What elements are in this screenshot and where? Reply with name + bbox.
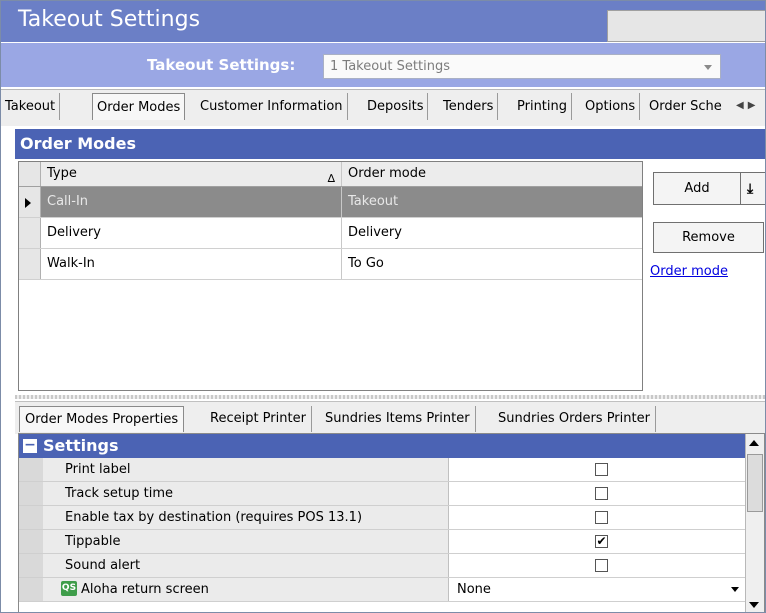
remove-button[interactable]: Remove [653, 222, 764, 253]
property-row-print-label: Print label [19, 458, 745, 482]
add-button[interactable]: Add ⤓ [653, 172, 765, 205]
property-name-label: Aloha return screen [81, 582, 209, 597]
property-value [449, 458, 745, 481]
enable-tax-checkbox[interactable] [595, 511, 608, 524]
current-row-pointer-icon [25, 198, 31, 208]
property-value [449, 554, 745, 577]
vertical-scrollbar[interactable] [745, 434, 764, 612]
tab-options[interactable]: Options [581, 93, 641, 120]
type-cell[interactable]: Delivery [41, 218, 342, 248]
grid-corner [19, 162, 41, 186]
property-value [449, 506, 745, 529]
property-name: Track setup time [43, 482, 449, 505]
property-row-sound-alert: Sound alert [19, 554, 745, 578]
add-button-label: Add [684, 181, 710, 196]
row-margin [19, 506, 43, 529]
table-row[interactable]: Walk-In To Go [19, 249, 642, 280]
dropdown-value: None [457, 582, 491, 597]
collapse-icon[interactable]: − [23, 438, 37, 453]
property-name: Tippable [43, 530, 449, 553]
scroll-down-icon[interactable] [749, 602, 759, 608]
row-selector[interactable] [19, 218, 41, 248]
tab-customer-information[interactable]: Customer Information [196, 93, 348, 120]
property-name: Print label [43, 458, 449, 481]
grid-header-row: Type ∆ Order mode [19, 162, 642, 187]
arrow-down-to-line-icon: ⤓ [747, 181, 754, 197]
row-margin [19, 482, 43, 505]
property-name: Enable tax by destination (requires POS … [43, 506, 449, 529]
property-value [449, 482, 745, 505]
table-row[interactable]: Call-In Takeout [19, 187, 642, 218]
property-name: QS Aloha return screen [43, 578, 449, 601]
properties-tab-strip: Order Modes Properties Receipt Printer S… [15, 401, 765, 434]
tab-sundries-orders-printer[interactable]: Sundries Orders Printer [493, 406, 656, 432]
column-header-order-mode[interactable]: Order mode [342, 162, 642, 186]
order-mode-cell[interactable]: To Go [342, 249, 642, 279]
settings-category-label: Settings [43, 436, 119, 455]
property-name: Sound alert [43, 554, 449, 577]
property-row-aloha-return-screen: QS Aloha return screen None [19, 578, 745, 602]
row-margin [19, 554, 43, 577]
panel-splitter[interactable] [15, 395, 765, 399]
property-row-track-setup-time: Track setup time [19, 482, 745, 506]
tab-order-schedule[interactable]: Order Sche [645, 93, 726, 120]
title-bar-panel [607, 10, 765, 42]
property-row-tippable: Tippable ✔ [19, 530, 745, 554]
settings-category-header[interactable]: − Settings [19, 434, 745, 458]
takeout-settings-window: Takeout Settings Takeout Settings: 1 Tak… [0, 0, 766, 613]
row-selector[interactable] [19, 249, 41, 279]
order-mode-link[interactable]: Order mode [650, 264, 728, 279]
column-header-type-label: Type [47, 166, 77, 181]
tab-sundries-items-printer[interactable]: Sundries Items Printer [320, 406, 476, 432]
print-label-checkbox[interactable] [595, 463, 608, 476]
settings-selector-dropdown[interactable]: 1 Takeout Settings [323, 54, 721, 79]
settings-selector-label: Takeout Settings: [147, 56, 296, 74]
tab-order-modes[interactable]: Order Modes [92, 93, 186, 120]
tab-tenders[interactable]: Tenders [439, 93, 499, 120]
checkmark-icon: ✔ [596, 534, 607, 548]
title-bar: Takeout Settings [1, 1, 765, 42]
tab-receipt-printer[interactable]: Receipt Printer [205, 406, 312, 432]
window-title: Takeout Settings [18, 7, 201, 32]
order-modes-grid: Type ∆ Order mode Call-In Takeout Delive… [18, 161, 643, 391]
scrollbar-thumb[interactable] [747, 454, 763, 512]
property-value: ✔ [449, 530, 745, 553]
row-margin [19, 578, 43, 601]
chevron-down-icon [704, 65, 712, 70]
add-dropdown-button[interactable]: ⤓ [740, 173, 765, 204]
property-grid: − Settings Print label Track setup time … [18, 433, 765, 612]
column-header-type[interactable]: Type ∆ [41, 162, 342, 186]
row-margin [19, 530, 43, 553]
order-mode-cell[interactable]: Takeout [342, 187, 642, 217]
row-selector[interactable] [19, 187, 41, 217]
tab-takeout[interactable]: Takeout [1, 93, 61, 120]
order-modes-header: Order Modes [15, 129, 765, 159]
type-cell[interactable]: Call-In [41, 187, 342, 217]
chevron-down-icon [731, 587, 739, 592]
tab-order-modes-properties[interactable]: Order Modes Properties [19, 406, 185, 432]
aloha-return-screen-dropdown[interactable]: None [449, 578, 745, 601]
property-row-enable-tax: Enable tax by destination (requires POS … [19, 506, 745, 530]
table-row[interactable]: Delivery Delivery [19, 218, 642, 249]
type-cell[interactable]: Walk-In [41, 249, 342, 279]
quick-service-icon: QS [61, 581, 77, 596]
tab-scroll-arrows-icon[interactable]: ◀▶ [736, 100, 759, 111]
tippable-checkbox[interactable]: ✔ [595, 535, 608, 548]
track-setup-time-checkbox[interactable] [595, 487, 608, 500]
settings-tab-strip: Takeout Order Modes Customer Information… [1, 89, 765, 126]
tab-printing[interactable]: Printing [513, 93, 573, 120]
order-mode-cell[interactable]: Delivery [342, 218, 642, 248]
settings-selector-value: 1 Takeout Settings [330, 59, 450, 74]
tab-deposits[interactable]: Deposits [363, 93, 429, 120]
row-margin [19, 458, 43, 481]
sound-alert-checkbox[interactable] [595, 559, 608, 572]
scroll-up-icon[interactable] [749, 440, 759, 446]
